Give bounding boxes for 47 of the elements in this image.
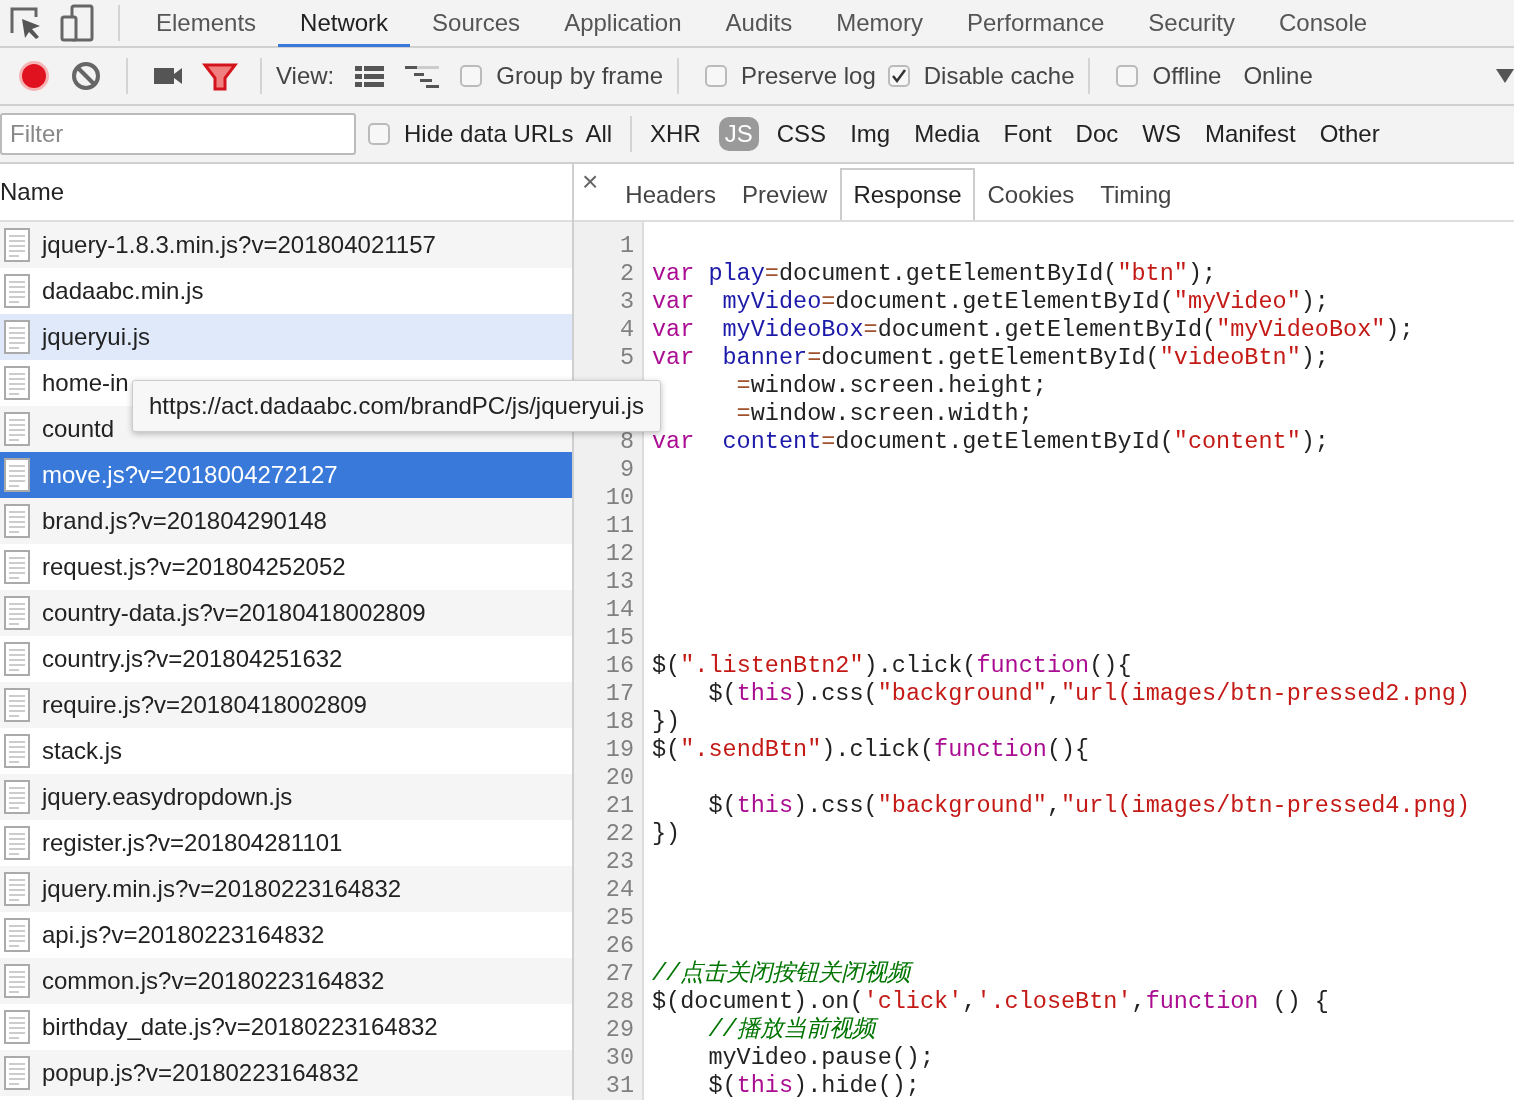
line-number: 11 [604, 512, 635, 540]
code-line: var myVideo=document.getElementById("myVideo"); [652, 288, 1330, 316]
line-number: 17 [604, 680, 635, 708]
code-line: //播放当前视频 [652, 1016, 1470, 1044]
code-line: $(document).on('click','.closeBtn',function () { [652, 988, 1330, 1016]
code-line: $(".listenBtn2").click(function(){ [652, 652, 1133, 680]
line-number: 2 [618, 260, 635, 288]
code-line: //点击关闭按钮关闭视频 [652, 960, 1470, 988]
line-number: 12 [604, 540, 635, 568]
code-line: $(this).css("background","url(images/btn-pressed4.png) [707, 792, 1470, 820]
line-number: 20 [604, 764, 635, 792]
code-line: var banner=document.getElementById("videoBtn"); [652, 344, 1330, 372]
line-number: 19 [604, 736, 635, 764]
line-number: 16 [604, 652, 635, 680]
line-number: 24 [604, 876, 635, 904]
line-number: 29 [604, 1016, 635, 1044]
line-number: 14 [604, 596, 635, 624]
line-number: 1 [618, 232, 635, 260]
code-line: var myVideoBox=document.getElementById("myVideoBox"); [652, 316, 1415, 344]
line-number: 4 [618, 316, 635, 344]
code-line: $(this).hide(); [707, 1072, 921, 1100]
line-number: 23 [604, 848, 635, 876]
line-number: 25 [604, 904, 635, 932]
line-number: 31 [604, 1072, 635, 1100]
line-number: 26 [604, 932, 635, 960]
code-line: myVideo.pause(); [707, 1044, 936, 1072]
code-line: }) [652, 708, 682, 736]
code-line: var play=document.getElementById("btn"); [652, 260, 1218, 288]
line-number: 22 [604, 820, 635, 848]
line-number: 28 [604, 988, 635, 1016]
code-line: $(".sendBtn").click(function(){ [652, 736, 1091, 764]
code-line: }) [652, 820, 682, 848]
line-number: 27 [604, 960, 635, 988]
line-number: 10 [604, 484, 635, 512]
line-number: 15 [604, 624, 635, 652]
code-line: $(this).css("background","url(images/btn-pressed2.png) [707, 680, 1470, 708]
line-number: 18 [604, 708, 635, 736]
code-line: =window.screen.height; [735, 372, 1048, 400]
line-number: 21 [604, 792, 635, 820]
line-number: 5 [618, 344, 635, 372]
view-label: View: [276, 62, 335, 90]
code-line: =window.screen.width; [735, 400, 1034, 428]
line-number: 9 [618, 456, 635, 484]
line-number: 13 [604, 568, 635, 596]
tooltip: https://act.dadaabc.com/brandPC/js/jqueryui.js [132, 380, 661, 432]
line-number: 3 [618, 288, 635, 316]
line-number: 30 [604, 1044, 635, 1072]
